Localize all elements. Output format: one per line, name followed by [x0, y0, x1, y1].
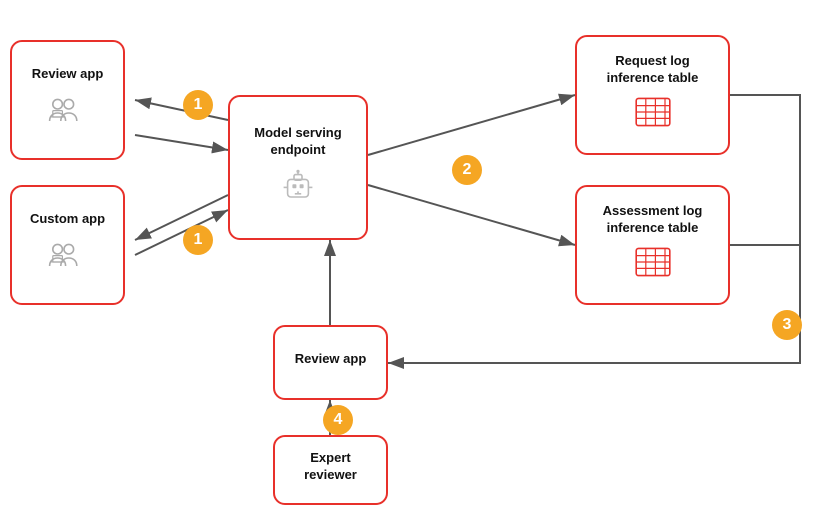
- badge-3: 3: [772, 310, 802, 340]
- request-log-label: Request log inference table: [585, 53, 720, 87]
- badge-1-bottom: 1: [183, 225, 213, 255]
- review-app-top-icon: [48, 89, 88, 134]
- assessment-log-icon: [633, 242, 673, 287]
- custom-app-icon: [48, 234, 88, 279]
- request-log-icon: [633, 92, 673, 137]
- diagram: Review app Custom app: [0, 0, 830, 523]
- badge-2: 2: [452, 155, 482, 185]
- custom-app-label: Custom app: [30, 211, 105, 228]
- review-app-bottom-box: Review app: [273, 325, 388, 400]
- model-serving-icon: [278, 165, 318, 210]
- review-app-top-label: Review app: [32, 66, 104, 83]
- request-log-box: Request log inference table: [575, 35, 730, 155]
- review-app-bottom-label: Review app: [295, 351, 367, 368]
- assessment-log-label: Assessment log inference table: [585, 203, 720, 237]
- badge-1-top: 1: [183, 90, 213, 120]
- review-app-top-box: Review app: [10, 40, 125, 160]
- model-serving-label: Model serving endpoint: [238, 125, 358, 159]
- expert-reviewer-box: Expert reviewer: [273, 435, 388, 505]
- badge-4: 4: [323, 405, 353, 435]
- model-serving-box: Model serving endpoint: [228, 95, 368, 240]
- custom-app-box: Custom app: [10, 185, 125, 305]
- expert-reviewer-label: Expert reviewer: [283, 450, 378, 484]
- assessment-log-box: Assessment log inference table: [575, 185, 730, 305]
